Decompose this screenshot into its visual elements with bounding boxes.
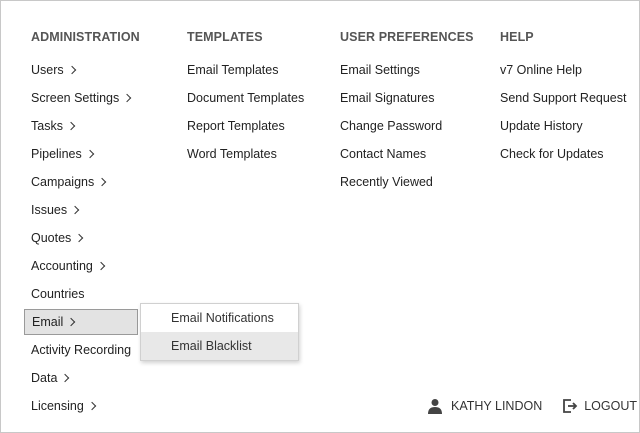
submenu-item-email-blacklist[interactable]: Email Blacklist — [141, 332, 298, 360]
menu-item-screen-settings[interactable]: Screen Settings — [31, 84, 140, 112]
user-preferences-heading: USER PREFERENCES — [340, 30, 474, 44]
administration-items: Users Screen Settings Tasks Pipelines Campai… — [24, 56, 140, 420]
menu-item-word-templates[interactable]: Word Templates — [187, 140, 304, 168]
user-area: KATHY LINDON LOGOUT — [427, 396, 637, 416]
menu-item-label: Email — [32, 315, 64, 329]
menu-item-recently-viewed[interactable]: Recently Viewed — [340, 168, 474, 196]
menu-item-send-support-request[interactable]: Send Support Request — [500, 84, 626, 112]
user-button[interactable]: KATHY LINDON — [427, 398, 542, 414]
templates-heading: TEMPLATES — [187, 30, 263, 44]
menu-item-activity-recording[interactable]: Activity Recording — [31, 336, 140, 364]
menu-item-label: Tasks — [31, 119, 63, 133]
chevron-right-icon — [87, 401, 97, 411]
templates-items: Email Templates Document Templates Repor… — [187, 56, 304, 168]
menu-item-issues[interactable]: Issues — [31, 196, 140, 224]
help-heading: HELP — [500, 30, 534, 44]
menu-item-pipelines[interactable]: Pipelines — [31, 140, 140, 168]
menu-item-document-templates[interactable]: Document Templates — [187, 84, 304, 112]
menu-item-email[interactable]: Email — [24, 309, 138, 335]
administration-heading: ADMINISTRATION — [31, 30, 140, 44]
user-icon — [427, 398, 443, 414]
menu-item-online-help[interactable]: v7 Online Help — [500, 56, 626, 84]
chevron-right-icon — [123, 93, 132, 103]
logout-button[interactable]: LOGOUT — [562, 398, 637, 414]
chevron-right-icon — [75, 233, 84, 243]
logout-icon — [562, 398, 578, 414]
menu-item-label: Accounting — [31, 259, 93, 273]
help-items: v7 Online Help Send Support Request Upda… — [500, 56, 626, 168]
menu-item-check-for-updates[interactable]: Check for Updates — [500, 140, 626, 168]
help-column: HELP v7 Online Help Send Support Request… — [500, 28, 626, 168]
menu-item-change-password[interactable]: Change Password — [340, 112, 474, 140]
templates-column: TEMPLATES Email Templates Document Templ… — [187, 28, 304, 168]
menu-item-label: Quotes — [31, 231, 72, 245]
chevron-right-icon — [61, 373, 70, 383]
menu-item-label: Data — [31, 371, 58, 385]
menu-item-label: Countries — [31, 287, 85, 301]
menu-item-data[interactable]: Data — [31, 364, 140, 392]
menu-item-tasks[interactable]: Tasks — [31, 112, 140, 140]
menu-item-campaigns[interactable]: Campaigns — [31, 168, 140, 196]
menu-item-label: Campaigns — [31, 175, 95, 189]
chevron-right-icon — [66, 121, 76, 131]
chevron-right-icon — [70, 205, 80, 215]
chevron-right-icon — [67, 65, 76, 75]
menu-item-email-settings[interactable]: Email Settings — [340, 56, 474, 84]
chevron-right-icon — [97, 177, 107, 187]
menu-item-label: Activity Recording — [31, 343, 132, 357]
menu-item-update-history[interactable]: Update History — [500, 112, 626, 140]
user-preferences-items: Email Settings Email Signatures Change P… — [340, 56, 474, 196]
user-preferences-column: USER PREFERENCES Email Settings Email Si… — [340, 28, 474, 196]
logout-label: LOGOUT — [584, 399, 638, 413]
menu-item-label: Screen Settings — [31, 91, 120, 105]
settings-menu-panel: ADMINISTRATION Users Screen Settings Tasks… — [0, 0, 640, 433]
email-submenu: Email Notifications Email Blacklist — [140, 303, 299, 361]
chevron-right-icon — [67, 317, 76, 327]
menu-item-label: Users — [31, 63, 64, 77]
menu-item-contact-names[interactable]: Contact Names — [340, 140, 474, 168]
menu-item-label: Issues — [31, 203, 68, 217]
administration-column: ADMINISTRATION Users Screen Settings Tasks… — [24, 28, 140, 420]
menu-item-countries[interactable]: Countries — [31, 280, 140, 308]
menu-item-users[interactable]: Users — [31, 56, 140, 84]
menu-item-report-templates[interactable]: Report Templates — [187, 112, 304, 140]
menu-item-label: Pipelines — [31, 147, 82, 161]
menu-item-email-signatures[interactable]: Email Signatures — [340, 84, 474, 112]
menu-item-accounting[interactable]: Accounting — [31, 252, 140, 280]
chevron-right-icon — [96, 261, 106, 271]
menu-item-quotes[interactable]: Quotes — [31, 224, 140, 252]
menu-item-licensing[interactable]: Licensing — [31, 392, 140, 420]
menu-item-email-templates[interactable]: Email Templates — [187, 56, 304, 84]
user-name: KATHY LINDON — [451, 399, 543, 413]
chevron-right-icon — [85, 149, 94, 159]
submenu-item-email-notifications[interactable]: Email Notifications — [141, 304, 298, 332]
menu-item-label: Licensing — [31, 399, 84, 413]
